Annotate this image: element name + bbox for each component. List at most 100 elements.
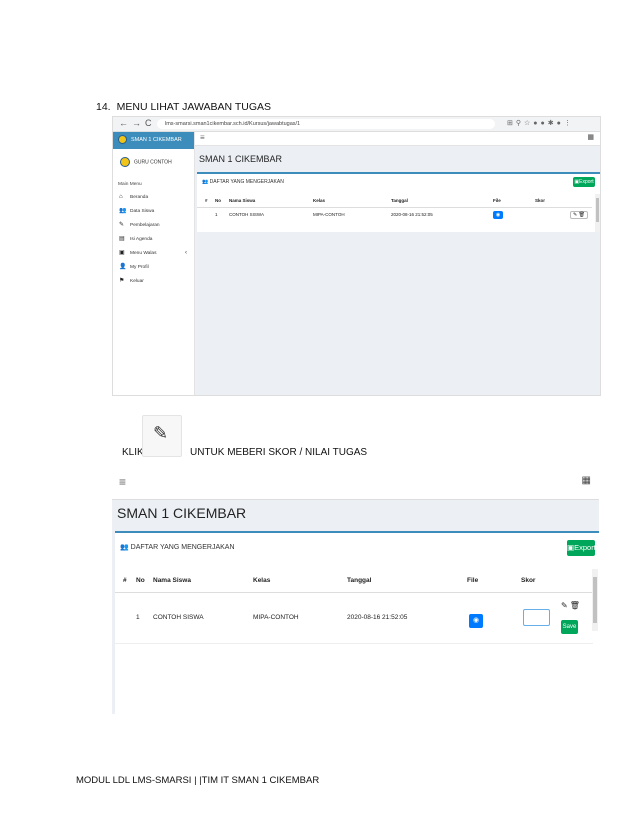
table-row: 1 CONTOH SISWA MIPA-CONTOH 2020-08-16 21…	[115, 593, 593, 644]
brand-label: SMAN 1 CIKEMBAR	[131, 137, 182, 143]
cell-kelas: MIPA-CONTOH	[253, 614, 299, 621]
edit-icon: ✎	[153, 423, 169, 443]
clipboard-icon: ▤	[119, 236, 125, 242]
col-kelas: Kelas	[313, 194, 391, 208]
scrollbar-thumb[interactable]	[593, 577, 597, 623]
export-label: Export	[574, 543, 596, 552]
col-no: No	[136, 577, 145, 584]
reload-icon[interactable]: C	[145, 118, 156, 128]
col-file: File	[493, 194, 535, 208]
users-icon: 👥	[202, 179, 209, 185]
page-title: SMAN 1 CIKEMBAR	[199, 154, 283, 164]
user-icon: 👤	[119, 264, 127, 270]
extension-icon[interactable]: ●	[541, 120, 548, 127]
cell-tanggal: 2020-08-16 21:52:05	[347, 614, 408, 621]
screenshot-zoomed: ≡ ▦ SMAN 1 CIKEMBAR 👥 DAFTAR YANG MENGER…	[112, 467, 599, 714]
edit-icon[interactable]: ✎	[573, 212, 577, 218]
cell-kelas: MIPA-CONTOH	[313, 212, 345, 217]
sidebar-item-label: Menu Walas	[130, 251, 157, 256]
translate-icon[interactable]: ⊞	[507, 120, 516, 127]
top-navbar: ≡ ▦	[195, 132, 600, 146]
col-actions	[570, 194, 592, 208]
cell-nama: CONTOH SISWA	[153, 614, 204, 621]
school-logo-icon	[118, 135, 127, 145]
browser-toolbar: ←→C lms-smarsi.sman1cikembar.sch.id/Kurs…	[113, 117, 600, 132]
box-title: DAFTAR YANG MENGERJAKAN	[209, 179, 284, 185]
section-number: 14.	[96, 101, 111, 113]
submissions-box: 👥 DAFTAR YANG MENGERJAKAN ▣Export # No N…	[197, 172, 600, 232]
browser-extensions: ⊞⚲☆●●✱●⋮	[507, 119, 574, 127]
action-buttons[interactable]: ✎ 🗑	[570, 210, 588, 219]
sidebar-item-label: My Profil	[130, 265, 149, 270]
col-tanggal: Tanggal	[391, 194, 493, 208]
col-tanggal: Tanggal	[347, 577, 372, 584]
cell-index	[197, 208, 215, 222]
export-button[interactable]: ▣Export	[573, 177, 595, 187]
sidebar-brand[interactable]: SMAN 1 CIKEMBAR	[113, 132, 194, 149]
user-name: GURU CONTOH	[134, 159, 172, 166]
home-icon: ⌂	[119, 194, 123, 200]
table-scrollbar[interactable]	[592, 569, 598, 631]
box-header: 👥 DAFTAR YANG MENGERJAKAN	[197, 174, 600, 191]
sidebar-item-label: Data Siswa	[130, 209, 155, 214]
skor-input[interactable]	[523, 609, 550, 626]
top-navbar: ≡ ▦	[112, 467, 599, 500]
sidebar-item-data-siswa[interactable]: 👥 Data Siswa	[113, 204, 194, 218]
action-buttons: ✎🗑	[561, 601, 582, 610]
sidebar-item-beranda[interactable]: ⌂ Beranda	[113, 190, 194, 204]
table-scrollbar[interactable]	[595, 194, 600, 232]
box-header: 👥 DAFTAR YANG MENGERJAKAN	[120, 543, 235, 551]
scrollbar-thumb[interactable]	[596, 198, 599, 222]
sidebar-item-label: Keluar	[130, 279, 144, 284]
trash-icon[interactable]: 🗑	[570, 601, 582, 610]
kebab-menu-icon[interactable]: ⋮	[564, 120, 574, 127]
section-heading: 14. MENU LIHAT JAWABAN TUGAS	[96, 101, 271, 113]
screenshot-browser: ←→C lms-smarsi.sman1cikembar.sch.id/Kurs…	[112, 116, 601, 396]
grid-icon[interactable]: ▦	[582, 475, 591, 486]
star-icon[interactable]: ☆	[524, 120, 533, 127]
table-header-row: # No Nama Siswa Kelas Tanggal File Skor	[115, 569, 593, 593]
col-file: File	[467, 577, 479, 584]
col-index: #	[197, 194, 215, 208]
sidebar-item-keluar[interactable]: ⚑ Keluar	[113, 274, 194, 288]
main-content: ≡ ▦ SMAN 1 CIKEMBAR 👥 DAFTAR YANG MENGER…	[195, 132, 600, 395]
back-arrow-icon[interactable]: ←	[119, 118, 132, 128]
sidebar-item-my-profil[interactable]: 👤 My Profil	[113, 260, 194, 274]
puzzle-icon[interactable]: ✱	[548, 120, 557, 127]
save-button[interactable]: Save	[561, 620, 578, 634]
cell-no: 1	[215, 212, 218, 217]
profile-icon[interactable]: ●	[557, 120, 564, 127]
page-title: SMAN 1 CIKEMBAR	[117, 505, 247, 521]
sidebar-item-menu-walas[interactable]: ▣ Menu Walas ‹	[113, 246, 194, 260]
view-file-button[interactable]: ◉	[469, 614, 483, 628]
submissions-box: 👥 DAFTAR YANG MENGERJAKAN ▣Export # No N…	[115, 531, 599, 714]
cell-actions: ✎ 🗑	[570, 208, 592, 222]
trash-icon[interactable]: 🗑	[579, 212, 585, 218]
extension-icon[interactable]: ●	[533, 120, 540, 127]
flag-icon: ⚑	[119, 278, 125, 284]
export-button[interactable]: ▣Export	[567, 540, 596, 556]
eye-icon: ◉	[472, 617, 480, 624]
sidebar-item-isi-agenda[interactable]: ▤ Isi Agenda	[113, 232, 194, 246]
view-file-button[interactable]: ◉	[493, 210, 503, 219]
col-kelas: Kelas	[253, 577, 271, 584]
hamburger-icon[interactable]: ≡	[200, 133, 205, 142]
col-no: No	[215, 194, 229, 208]
menu-title: Main Menu	[118, 182, 142, 187]
edit-icon[interactable]: ✎	[561, 601, 570, 610]
user-avatar	[120, 157, 130, 167]
grid-icon[interactable]: ▦	[587, 133, 594, 141]
forward-arrow-icon[interactable]: →	[132, 118, 145, 128]
page-footer: MODUL LDL LMS-SMARSI | |TIM IT SMAN 1 CI…	[76, 775, 320, 786]
hamburger-icon[interactable]: ≡	[119, 475, 126, 489]
instruction-text: UNTUK MEBERI SKOR / NILAI TUGAS	[190, 447, 368, 458]
briefcase-icon: ▣	[119, 250, 125, 256]
sidebar-item-pembelajaran[interactable]: ✎ Pembelajaran	[113, 218, 194, 232]
search-icon[interactable]: ⚲	[516, 120, 524, 127]
col-nama: Nama Siswa	[153, 577, 191, 584]
sidebar: SMAN 1 CIKEMBAR GURU CONTOH Main Menu ⌂ B…	[113, 132, 195, 395]
cell-skor	[535, 208, 570, 222]
users-icon: 👥	[119, 208, 127, 214]
address-bar[interactable]: lms-smarsi.sman1cikembar.sch.id/Kursus/j…	[157, 119, 495, 129]
sidebar-item-label: Beranda	[130, 195, 149, 200]
